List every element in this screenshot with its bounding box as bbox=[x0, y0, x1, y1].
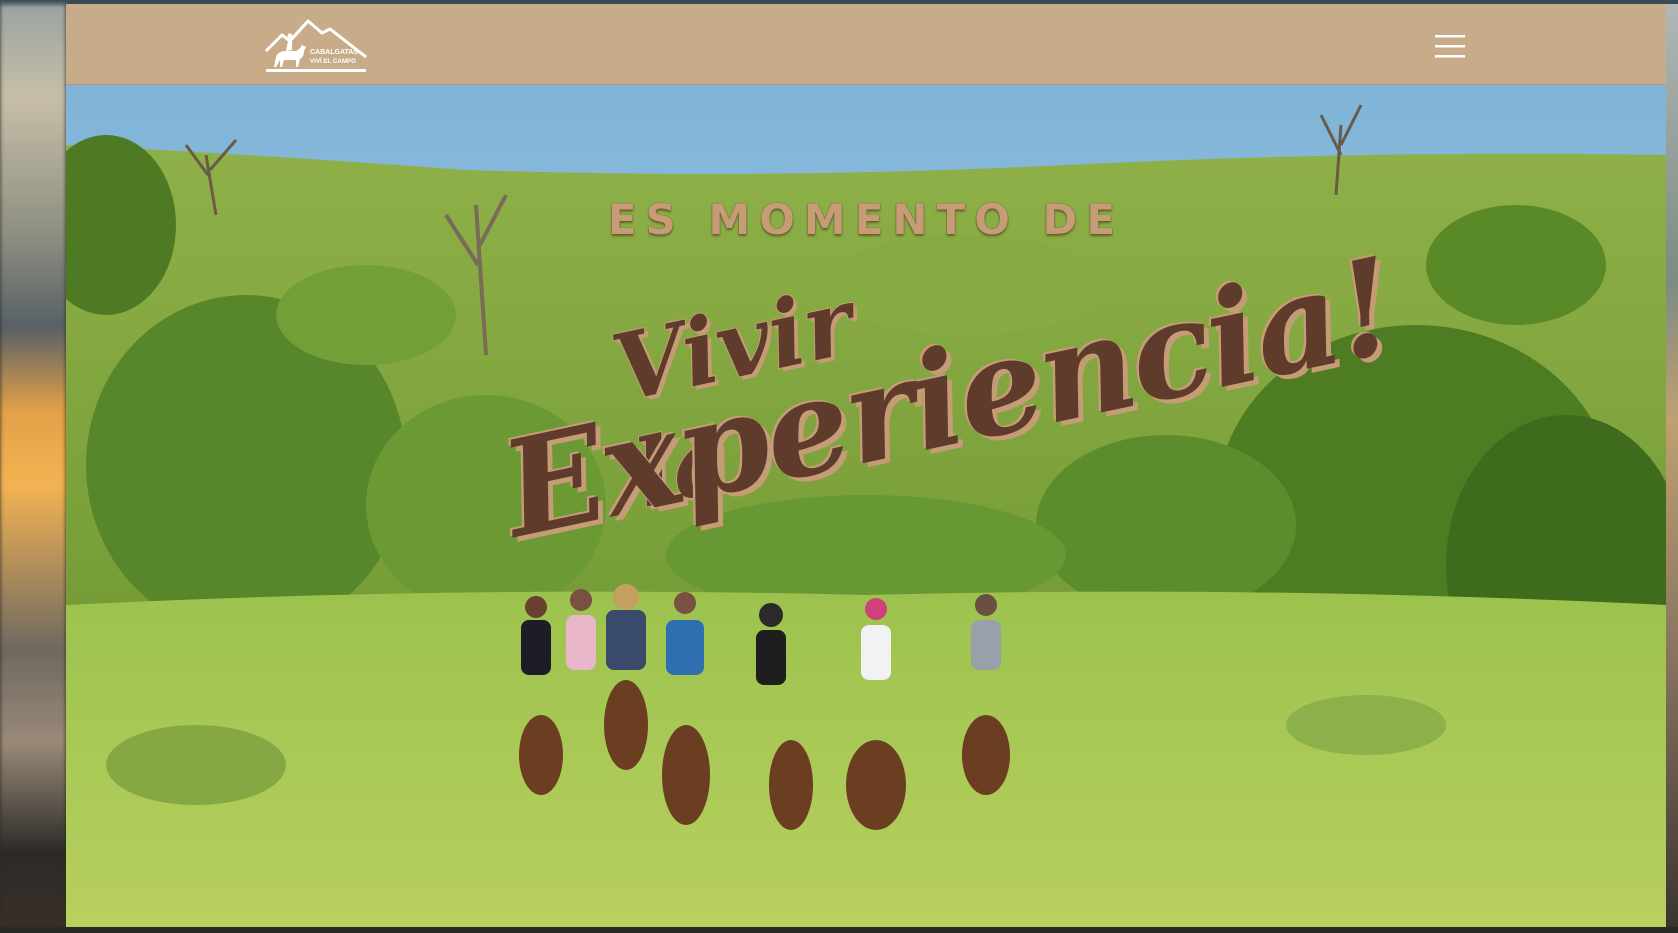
hero-section: ES MOMENTO DE Vivir la Experiencia! bbox=[66, 85, 1666, 927]
bottom-edge bbox=[0, 927, 1678, 933]
blurred-backdrop-right bbox=[1666, 4, 1678, 927]
blurred-backdrop-left bbox=[0, 4, 66, 927]
site-header: CABALGATAS VIVÍ EL CAMPO bbox=[66, 4, 1666, 85]
website-frame: CABALGATAS VIVÍ EL CAMPO ES MOMENTO DE V… bbox=[66, 4, 1666, 927]
site-logo[interactable]: CABALGATAS VIVÍ EL CAMPO bbox=[264, 17, 368, 75]
svg-text:VIVÍ EL CAMPO: VIVÍ EL CAMPO bbox=[310, 57, 356, 65]
mountain-horse-logo-icon: CABALGATAS VIVÍ EL CAMPO bbox=[264, 19, 367, 72]
svg-text:CABALGATAS: CABALGATAS bbox=[310, 49, 358, 56]
hamburger-menu-button[interactable] bbox=[1430, 26, 1470, 66]
hero-kicker: ES MOMENTO DE bbox=[607, 195, 1125, 244]
hamburger-menu-icon bbox=[1435, 35, 1465, 58]
